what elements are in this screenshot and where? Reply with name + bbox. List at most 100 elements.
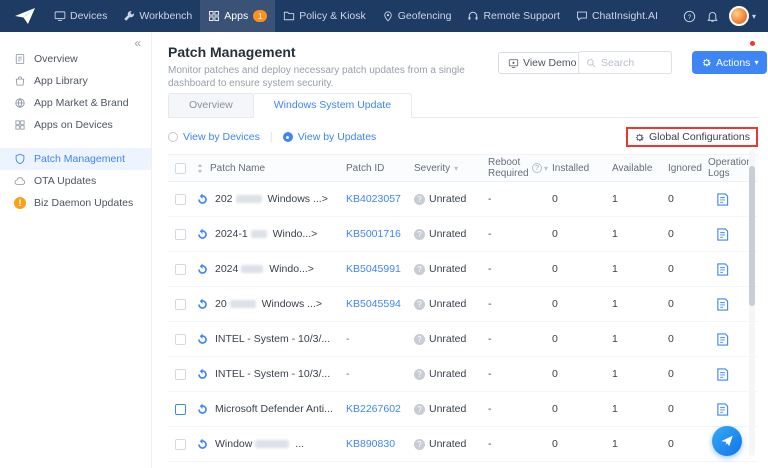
row-checkbox[interactable] [174,438,186,450]
row-checkbox[interactable] [174,333,186,345]
apps-icon [208,10,220,22]
table-toolbar: View by Devices | View by Updates Global… [168,124,758,150]
paper-plane-icon [720,434,734,448]
row-checkbox[interactable] [174,298,186,310]
patch-name: Window ... [215,438,305,450]
sidebar-item-app-library[interactable]: App Library [0,70,151,92]
sync-icon[interactable] [196,333,209,346]
table-row: 2024 Windo...> KB5045991? Unrated -0 1 0 [168,252,758,287]
page-header: Patch Management Monitor patches and dep… [168,44,768,89]
unrated-icon: ? [414,438,425,450]
sort-icon[interactable] [196,163,204,174]
sync-icon[interactable] [196,228,209,241]
patch-id-link[interactable]: KB890830 [346,438,395,450]
page-subtitle: Monitor patches and deploy necessary pat… [168,65,465,89]
scrollbar-thumb[interactable] [749,166,755,306]
view-by-devices-radio[interactable]: View by Devices [168,131,260,143]
view-demo-button[interactable]: View Demo [498,52,587,74]
bell-icon[interactable] [706,10,719,23]
patch-id-link[interactable]: KB5045991 [346,263,401,275]
patch-name: 2024 Windo...> [215,263,314,275]
unrated-icon: ? [414,298,425,310]
patch-name: 2024-1 Windo...> [215,228,318,240]
row-checkbox[interactable] [174,228,186,240]
library-icon [14,75,26,87]
unrated-icon: ? [414,368,425,380]
tab-overview[interactable]: Overview [168,93,254,118]
row-checkbox[interactable] [174,403,186,415]
sidebar-item-overview[interactable]: Overview [0,48,151,70]
sync-icon[interactable] [196,298,209,311]
actions-button[interactable]: Actions ▾ [692,51,768,74]
sidebar: « Overview App Library App Market & Brand A… [0,32,152,468]
patch-name: Microsoft Defender Anti... [215,403,333,415]
demo-icon [508,58,519,69]
ota-icon [14,175,26,187]
divider: | [269,131,273,143]
patch-table: Patch Name Patch ID Severity ▾ Reboot Re… [168,154,758,462]
unrated-icon: ? [414,403,425,415]
row-checkbox[interactable] [174,193,186,205]
sync-icon[interactable] [196,193,209,206]
nav-item-devices[interactable]: Devices [46,0,115,32]
nav-item-policy-kiosk[interactable]: Policy & Kiosk [275,0,374,32]
search-input[interactable] [601,56,663,69]
select-all-checkbox[interactable] [174,162,186,174]
search-icon [586,58,596,68]
top-right-controls: ? ▾ [683,6,760,26]
global-configurations-button[interactable]: Global Configurations [634,131,750,143]
nav-item-geofencing[interactable]: Geofencing [374,0,460,32]
sync-icon[interactable] [196,368,209,381]
svg-text:?: ? [688,13,692,20]
gear-icon [634,132,645,143]
notification-badge: 1 [253,10,268,22]
sync-icon[interactable] [196,403,209,416]
nav-item-remote-support[interactable]: Remote Support [459,0,567,32]
remote-icon [467,10,479,22]
table-body: 202 Windows ...> KB4023057? Unrated -0 1 0 202… [168,182,758,462]
unrated-icon: ? [414,333,425,345]
sync-icon[interactable] [196,263,209,276]
nav-item-chatinsight-ai[interactable]: ChatInsight.AI [568,0,666,32]
app-logo-icon[interactable] [12,7,38,25]
patch-id-link[interactable]: KB4023057 [346,193,401,205]
account-menu[interactable]: ▾ [728,6,756,26]
tab-bar: Overview Windows System Update [168,93,758,118]
sidebar-collapse-icon[interactable]: « [134,36,141,50]
sidebar-item-app-market-brand[interactable]: App Market & Brand [0,92,151,114]
tab-windows-system-update[interactable]: Windows System Update [252,93,413,118]
patch-id-link[interactable]: KB5001716 [346,228,401,240]
patch-name: INTEL - System - 10/3/... [215,368,331,380]
chevron-down-icon: ▾ [754,57,759,67]
policy-icon [283,10,295,22]
row-checkbox[interactable] [174,263,186,275]
gear-icon [701,57,712,68]
help-icon[interactable]: ? [531,163,542,173]
row-checkbox[interactable] [174,368,186,380]
help-icon[interactable]: ? [683,10,696,23]
patch-id-link[interactable]: KB5045594 [346,298,401,310]
nav-item-apps[interactable]: Apps 1 [200,0,276,32]
filter-icon[interactable]: ▾ [544,164,548,173]
devices-icon [54,10,66,22]
patch-id-link[interactable]: KB2267602 [346,403,401,415]
filter-icon[interactable]: ▾ [454,164,458,173]
sidebar-item-biz-daemon-updates[interactable]: ! Biz Daemon Updates [0,192,151,214]
geofencing-icon [382,10,394,22]
table-header: Patch Name Patch ID Severity ▾ Reboot Re… [168,154,758,182]
support-chat-button[interactable] [712,426,742,456]
unrated-icon: ? [414,193,425,205]
overview-icon [14,53,26,65]
annotation-dot [750,41,755,46]
chat-icon [576,10,588,22]
nav-item-workbench[interactable]: Workbench [115,0,200,32]
table-row: Window ... KB890830? Unrated -0 1 0 [168,427,758,462]
top-nav-items: Devices Workbench Apps 1 Policy & Kiosk Geofe… [46,0,666,32]
view-by-updates-radio[interactable]: View by Updates [282,131,376,143]
table-row: INTEL - System - 10/3/... -? Unrated -0 1 0 [168,322,758,357]
sidebar-item-ota-updates[interactable]: OTA Updates [0,170,151,192]
warning-icon: ! [14,197,26,209]
sidebar-item-apps-on-devices[interactable]: Apps on Devices [0,114,151,136]
sidebar-item-patch-management[interactable]: Patch Management [0,148,151,170]
sync-icon[interactable] [196,438,209,451]
